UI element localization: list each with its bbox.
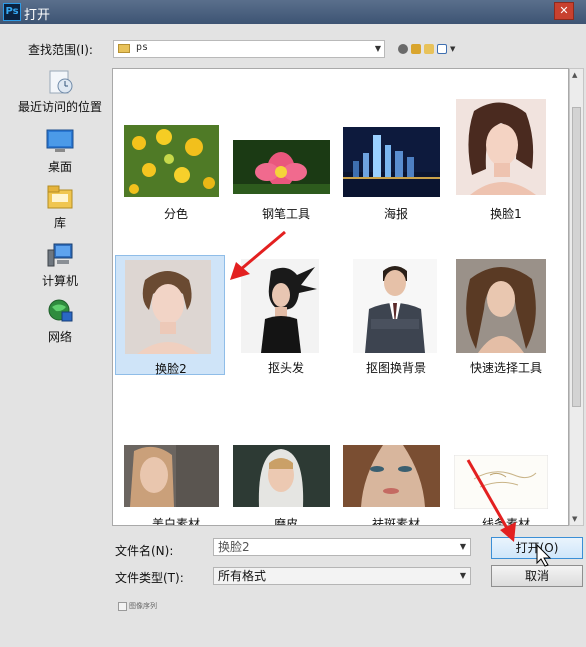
file-name: 换脸2 (155, 362, 187, 376)
folder-icon (118, 44, 130, 53)
scroll-thumb[interactable] (572, 107, 581, 407)
file-thumbnail (454, 455, 548, 509)
place-label: 库 (53, 216, 66, 230)
file-thumbnail (233, 140, 330, 194)
file-item[interactable]: 抠头发 (231, 257, 341, 375)
file-thumbnail (343, 127, 440, 197)
file-thumbnail (233, 445, 330, 507)
place-label: 最近访问的位置 (17, 100, 102, 114)
file-thumbnail (343, 445, 440, 507)
folder-toolbar: ▼ (398, 41, 455, 57)
file-item-selected[interactable]: 换脸2 (115, 255, 225, 376)
file-thumbnail (241, 259, 319, 353)
chevron-down-icon[interactable]: ▼ (460, 539, 466, 555)
window-title: 打开 (24, 8, 51, 23)
vertical-scrollbar[interactable]: ▲ ▼ (569, 68, 584, 526)
chevron-down-icon[interactable]: ▼ (460, 568, 466, 584)
file-thumbnail (124, 445, 219, 507)
file-name: 磨皮 (273, 517, 298, 526)
file-name: 线条素材 (481, 517, 530, 526)
file-item[interactable]: 钢笔工具 (231, 125, 341, 225)
file-name: 美白素材 (151, 517, 200, 526)
image-sequence-label: 图像序列 (129, 602, 157, 610)
place-network[interactable]: 网络 (12, 298, 108, 345)
filetype-value: 所有格式 (218, 569, 267, 583)
place-label: 网络 (47, 330, 72, 344)
file-item[interactable]: 磨皮 (231, 445, 341, 526)
lookin-label: 查找范围(I): (28, 43, 93, 57)
back-icon[interactable] (398, 44, 408, 54)
file-item[interactable]: 美白素材 (121, 445, 231, 526)
photoshop-logo-icon: Ps (3, 3, 21, 21)
place-recent[interactable]: 最近访问的位置 (12, 68, 108, 115)
desktop-icon (46, 128, 74, 154)
title-bar: Ps 打开 ✕ (0, 0, 586, 24)
lookin-value: ps (136, 42, 149, 53)
file-item[interactable]: 快速选择工具 (451, 257, 561, 375)
image-sequence-checkbox[interactable] (118, 602, 127, 611)
scroll-down-icon[interactable]: ▼ (572, 515, 577, 523)
file-thumbnail (125, 260, 211, 354)
file-name: 分色 (163, 207, 188, 221)
filename-value: 换脸2 (218, 540, 250, 554)
file-item[interactable]: 海报 (341, 125, 451, 225)
up-folder-icon[interactable] (411, 44, 421, 54)
file-item[interactable]: 分色 (121, 125, 231, 225)
network-icon (46, 298, 74, 324)
chevron-down-icon[interactable]: ▼ (375, 44, 381, 53)
library-icon (46, 184, 74, 210)
place-label: 桌面 (47, 160, 72, 174)
filetype-label: 文件类型(T): (115, 571, 184, 585)
filename-field[interactable]: 换脸2 ▼ (213, 538, 471, 556)
place-desktop[interactable]: 桌面 (12, 128, 108, 175)
file-name: 海报 (383, 207, 408, 221)
file-name: 祛斑素材 (371, 517, 420, 526)
recent-icon (46, 68, 74, 94)
place-label: 计算机 (41, 274, 78, 288)
new-folder-icon[interactable] (424, 44, 434, 54)
open-button[interactable]: 打开(O) (491, 537, 583, 559)
file-thumbnail (124, 125, 219, 197)
file-item[interactable]: 线条素材 (451, 445, 561, 526)
cancel-button[interactable]: 取消 (491, 565, 583, 587)
file-name: 钢笔工具 (261, 207, 310, 221)
file-name: 抠头发 (267, 361, 304, 375)
file-item[interactable]: 祛斑素材 (341, 445, 451, 526)
lookin-combo[interactable]: ps ▼ (113, 40, 385, 58)
computer-icon (46, 242, 74, 268)
file-item[interactable]: 换脸1 (451, 99, 561, 225)
file-thumbnail (456, 99, 546, 195)
file-list[interactable]: 分色 钢笔工具 海报 换脸1 换脸2 抠头发 抠图换背景 快速选择工具 美白素材… (112, 68, 569, 526)
file-item[interactable]: 抠图换背景 (341, 257, 451, 375)
place-library[interactable]: 库 (12, 184, 108, 231)
view-menu-icon[interactable] (437, 44, 447, 54)
file-name: 抠图换背景 (365, 361, 426, 375)
file-name: 换脸1 (490, 207, 522, 221)
file-name: 快速选择工具 (469, 361, 542, 375)
chevron-down-icon[interactable]: ▼ (450, 45, 455, 53)
open-dialog: 查找范围(I): ps ▼ ▼ 最近访问的位置 桌面 库 计算机 网络 分色 钢… (0, 24, 586, 647)
close-button[interactable]: ✕ (554, 2, 574, 20)
file-thumbnail (353, 259, 437, 353)
filetype-select[interactable]: 所有格式 ▼ (213, 567, 471, 585)
file-thumbnail (456, 259, 546, 353)
filename-label: 文件名(N): (115, 544, 174, 558)
places-bar: 最近访问的位置 桌面 库 计算机 网络 (12, 64, 108, 609)
place-computer[interactable]: 计算机 (12, 242, 108, 289)
scroll-up-icon[interactable]: ▲ (572, 71, 577, 79)
